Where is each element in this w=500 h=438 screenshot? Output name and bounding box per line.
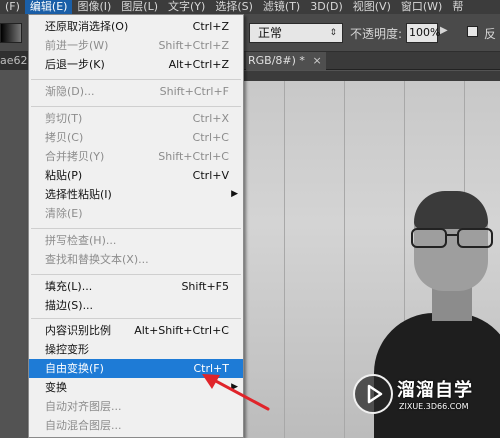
menu-bar: (F) 编辑(E) 图像(I) 图层(L) 文字(Y) 选择(S) 滤镜(T) … xyxy=(0,0,500,14)
menu-item-label: 粘贴(P) xyxy=(45,169,83,182)
tab-document-1[interactable]: ae629 xyxy=(0,52,30,70)
menu-image[interactable]: 图像(I) xyxy=(72,0,116,14)
menu-item-label: 后退一步(K) xyxy=(45,58,105,71)
menu-separator xyxy=(31,228,241,229)
menu-item-label: 自动混合图层... xyxy=(45,419,122,432)
menu-item-label: 描边(S)... xyxy=(45,299,94,312)
reverse-label: 反 xyxy=(484,27,497,41)
menu-item-copy[interactable]: 拷贝(C) Ctrl+C xyxy=(29,128,243,147)
menu-item-fade[interactable]: 渐隐(D)... Shift+Ctrl+F xyxy=(29,82,243,101)
menu-file[interactable]: (F) xyxy=(0,0,25,14)
menu-separator xyxy=(31,79,241,80)
menu-item-label: 拼写检查(H)... xyxy=(45,234,117,247)
watermark-url: ZIXUE.3D66.COM xyxy=(399,402,469,411)
menu-item-label: 合并拷贝(Y) xyxy=(45,150,105,163)
menu-item-step-forward[interactable]: 前进一步(W) Shift+Ctrl+Z xyxy=(29,36,243,55)
menu-item-paste[interactable]: 粘贴(P) Ctrl+V xyxy=(29,166,243,185)
blend-mode-select[interactable]: 正常 ⇕ xyxy=(249,23,343,43)
chevron-right-icon[interactable]: ▶ xyxy=(440,25,448,36)
opacity-input[interactable]: 100% xyxy=(406,23,440,43)
menu-separator xyxy=(31,106,241,107)
menu-item-label: 清除(E) xyxy=(45,207,83,220)
menu-help[interactable]: 帮 xyxy=(447,0,468,14)
menu-item-label: 还原取消选择(O) xyxy=(45,20,129,33)
menu-separator xyxy=(31,274,241,275)
menu-item-stroke[interactable]: 描边(S)... xyxy=(29,296,243,315)
person-glasses xyxy=(411,228,493,248)
menu-item-undo[interactable]: 还原取消选择(O) Ctrl+Z xyxy=(29,17,243,36)
menu-item-shortcut: Shift+Ctrl+F xyxy=(159,85,229,98)
menu-item-copy-merged[interactable]: 合并拷贝(Y) Shift+Ctrl+C xyxy=(29,147,243,166)
menu-item-auto-blend-layers[interactable]: 自动混合图层... xyxy=(29,416,243,435)
menu-view[interactable]: 视图(V) xyxy=(348,0,396,14)
menu-item-spell-check[interactable]: 拼写检查(H)... xyxy=(29,231,243,250)
menu-item-step-backward[interactable]: 后退一步(K) Alt+Ctrl+Z xyxy=(29,55,243,74)
menu-item-shortcut: Alt+Shift+Ctrl+C xyxy=(134,324,229,337)
wall-panel-line xyxy=(344,81,345,438)
person-hair xyxy=(414,191,488,229)
menu-separator xyxy=(31,318,241,319)
menu-item-label: 自动对齐图层... xyxy=(45,400,122,413)
menu-item-paste-special[interactable]: 选择性粘贴(I) ▶ xyxy=(29,185,243,204)
tab-document-2[interactable]: RGB/8#) * × xyxy=(246,52,326,70)
tab-document-2-label: RGB/8#) * xyxy=(248,54,305,67)
menu-item-puppet-warp[interactable]: 操控变形 xyxy=(29,340,243,359)
menu-edit[interactable]: 编辑(E) xyxy=(24,0,73,14)
menu-item-label: 拷贝(C) xyxy=(45,131,84,144)
menu-item-clear[interactable]: 清除(E) xyxy=(29,204,243,223)
menu-item-shortcut: Ctrl+V xyxy=(192,169,229,182)
menu-item-shortcut: Ctrl+C xyxy=(192,131,229,144)
menu-item-shortcut: Shift+Ctrl+C xyxy=(158,150,229,163)
menu-filter[interactable]: 滤镜(T) xyxy=(258,0,305,14)
menu-item-label: 剪切(T) xyxy=(45,112,83,125)
menu-item-label: 自由变换(F) xyxy=(45,362,104,375)
menu-type[interactable]: 文字(Y) xyxy=(163,0,210,14)
watermark-title: 溜溜自学 xyxy=(397,380,473,401)
play-logo-glyph xyxy=(367,384,383,404)
menu-select[interactable]: 选择(S) xyxy=(210,0,258,14)
gradient-swatch[interactable] xyxy=(0,23,22,43)
blend-mode-value: 正常 xyxy=(258,26,283,40)
menu-item-shortcut: Shift+F5 xyxy=(181,280,229,293)
menu-item-label: 内容识别比例 xyxy=(45,324,111,337)
wall-panel-line xyxy=(284,81,285,438)
menu-item-shortcut: Shift+Ctrl+Z xyxy=(158,39,229,52)
close-icon[interactable]: × xyxy=(312,54,321,67)
menu-item-content-aware-scale[interactable]: 内容识别比例 Alt+Shift+Ctrl+C xyxy=(29,321,243,340)
chevron-down-icon: ⇕ xyxy=(329,28,337,38)
reverse-checkbox[interactable] xyxy=(467,26,478,37)
watermark: 溜溜自学 ZIXUE.3D66.COM xyxy=(353,372,473,418)
menu-item-label: 前进一步(W) xyxy=(45,39,109,52)
opacity-label: 不透明度: xyxy=(350,27,403,41)
menu-3d[interactable]: 3D(D) xyxy=(305,0,348,14)
annotation-arrow-icon xyxy=(202,374,270,411)
menu-item-shortcut: Ctrl+X xyxy=(192,112,229,125)
chevron-right-icon: ▶ xyxy=(231,189,238,199)
menu-item-label: 选择性粘贴(I) xyxy=(45,188,112,201)
menu-item-shortcut: Alt+Ctrl+Z xyxy=(168,58,229,71)
menu-item-shortcut: Ctrl+Z xyxy=(192,20,229,33)
menu-item-label: 查找和替换文本(X)... xyxy=(45,253,149,266)
menu-item-label: 操控变形 xyxy=(45,343,89,356)
menu-item-fill[interactable]: 填充(L)... Shift+F5 xyxy=(29,277,243,296)
menu-item-cut[interactable]: 剪切(T) Ctrl+X xyxy=(29,109,243,128)
menu-item-label: 变换 xyxy=(45,381,67,394)
play-logo-icon xyxy=(353,374,393,414)
menu-item-find-replace[interactable]: 查找和替换文本(X)... xyxy=(29,250,243,269)
menu-item-label: 渐隐(D)... xyxy=(45,85,95,98)
menu-item-label: 填充(L)... xyxy=(45,280,93,293)
menu-window[interactable]: 窗口(W) xyxy=(396,0,447,14)
menu-layer[interactable]: 图层(L) xyxy=(116,0,163,14)
